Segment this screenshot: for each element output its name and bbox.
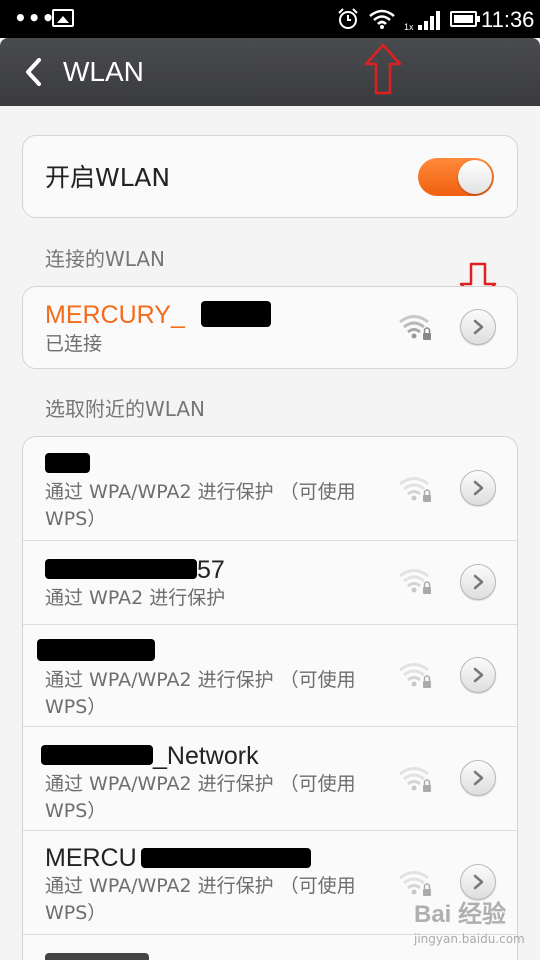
network-name: MERCU [45, 844, 137, 872]
wifi-signal-locked-icon [399, 315, 431, 340]
watermark: Bai 经验 jingyan.baidu.com [412, 898, 530, 954]
gallery-icon [52, 9, 74, 27]
nearby-section-label: 选取附近的WLAN [45, 397, 206, 421]
network-list-item[interactable]: _Network 通过 WPA/WPA2 进行保护 （可使用 WPS） [23, 727, 517, 831]
redacted-block [45, 453, 90, 473]
connected-network-name: MERCURY_ [45, 301, 185, 329]
chevron-right-icon [473, 319, 484, 335]
network-list-item[interactable]: 通过 WPA/WPA2 进行保护 （可使用 WPS） [23, 625, 517, 727]
network-details-button[interactable] [460, 564, 496, 600]
chevron-right-icon [473, 574, 484, 590]
network-details-button[interactable] [460, 657, 496, 693]
chevron-right-icon [473, 770, 484, 786]
watermark-url: jingyan.baidu.com [414, 932, 525, 946]
wifi-signal-locked-icon [399, 663, 431, 688]
title-bar: WLAN [0, 38, 540, 106]
redacted-block [45, 559, 197, 579]
back-arrow-icon[interactable] [22, 56, 46, 88]
wlan-toggle-switch[interactable] [418, 158, 494, 196]
wifi-signal-locked-icon [399, 871, 431, 896]
network-list-item[interactable]: 通过 WPA/WPA2 进行保护 （可使用 WPS） [23, 437, 517, 541]
redacted-block [45, 953, 149, 960]
redacted-block [37, 639, 155, 661]
network-security: 通过 WPA/WPA2 进行保护 （可使用 WPS） [45, 773, 356, 822]
network-security: 通过 WPA2 进行保护 [45, 587, 226, 609]
page-title: WLAN [63, 56, 144, 87]
battery-icon [450, 11, 480, 27]
connected-network-status: 已连接 [45, 333, 103, 355]
redacted-block [141, 848, 311, 868]
network-name: _Network [153, 742, 259, 770]
wifi-signal-locked-icon [399, 569, 431, 594]
redacted-block [41, 745, 153, 765]
wlan-toggle-card: 开启WLAN [22, 135, 518, 218]
connected-network-card[interactable]: MERCURY_ 已连接 [22, 286, 518, 369]
wifi-signal-locked-icon [399, 767, 431, 792]
network-name: 57 [197, 556, 225, 584]
redacted-block [201, 301, 271, 327]
wifi-icon [369, 9, 395, 29]
network-type-label: 1x [404, 22, 414, 32]
wifi-signal-locked-icon [399, 477, 431, 502]
chevron-right-icon [473, 667, 484, 683]
chevron-right-icon [473, 480, 484, 496]
network-details-button[interactable] [460, 864, 496, 900]
more-notifications-icon: ••• [14, 6, 56, 30]
wlan-toggle-label: 开启WLAN [45, 163, 171, 192]
toggle-knob [458, 160, 492, 194]
alarm-icon [338, 8, 358, 29]
network-details-button[interactable] [460, 470, 496, 506]
signal-icon: 1x [404, 11, 440, 32]
network-list-item[interactable]: 57 通过 WPA2 进行保护 [23, 541, 517, 625]
network-security: 通过 WPA/WPA2 进行保护 （可使用 WPS） [45, 669, 356, 718]
status-bar: ••• 1x 11:36 [0, 0, 540, 38]
connected-section-label: 连接的WLAN [45, 247, 166, 271]
watermark-logo: Bai 经验 [414, 901, 507, 928]
network-security: 通过 WPA/WPA2 进行保护 （可使用 WPS） [45, 481, 356, 530]
chevron-right-icon [473, 874, 484, 890]
clock: 11:36 [481, 7, 535, 32]
network-security: 通过 WPA/WPA2 进行保护 （可使用 WPS） [45, 875, 356, 924]
network-details-button[interactable] [460, 309, 496, 345]
nearby-networks-list: 通过 WPA/WPA2 进行保护 （可使用 WPS） 57 通过 WPA2 进行… [22, 436, 518, 960]
network-details-button[interactable] [460, 760, 496, 796]
annotation-arrow-up-icon [364, 43, 402, 95]
